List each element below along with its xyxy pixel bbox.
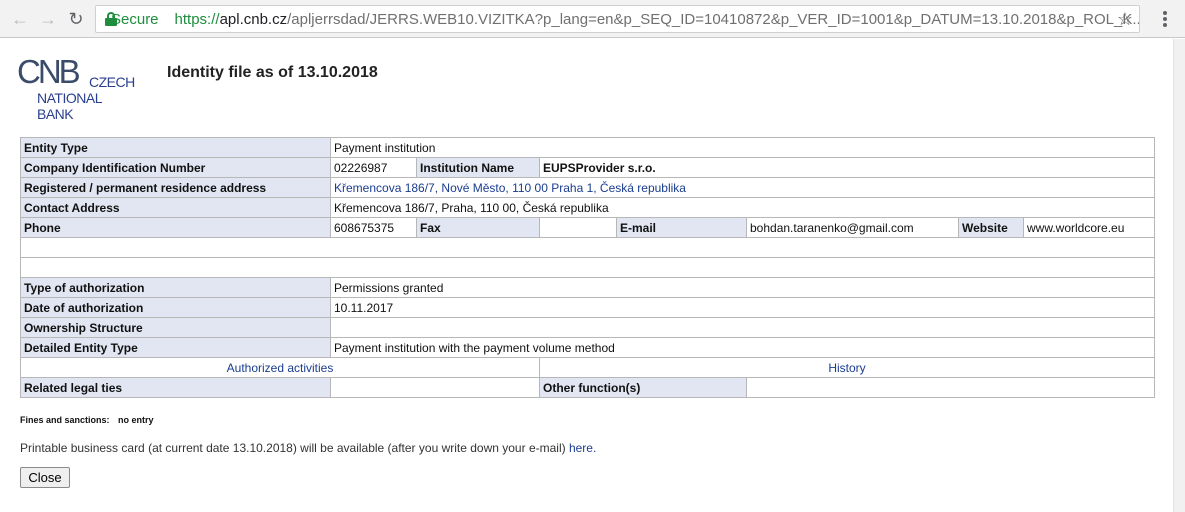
close-button[interactable]: Close (20, 467, 70, 488)
company-id-value: 02226987 (330, 157, 417, 178)
row-detailed-type: Detailed Entity Type Payment institution… (20, 337, 1155, 358)
browser-menu-icon[interactable] (1155, 8, 1175, 30)
empty-row (20, 237, 1155, 258)
logo-national-text: NATIONAL (37, 90, 102, 106)
authorized-activities-link[interactable]: Authorized activities (20, 357, 540, 378)
row-phone: Phone 608675375 Fax E-mail bohdan.tarane… (20, 217, 1155, 238)
address-link[interactable]: Křemencova 186/7, Nové Město, 110 00 Pra… (330, 177, 1155, 198)
contact-address-label: Contact Address (20, 197, 331, 218)
page-content: CNB CZECH NATIONAL BANK Identity file as… (0, 39, 1172, 512)
back-arrow-icon[interactable]: ← (8, 7, 32, 31)
url-host: apl.cnb.cz (219, 10, 288, 28)
row-ownership: Ownership Structure (20, 317, 1155, 338)
ownership-label: Ownership Structure (20, 317, 331, 338)
fax-value (539, 217, 617, 238)
printable-here-link[interactable]: here. (569, 441, 596, 455)
contact-address-value: Křemencova 186/7, Praha, 110 00, Česká r… (330, 197, 1155, 218)
website-label: Website (958, 217, 1024, 238)
empty-row (20, 257, 1155, 278)
row-entity-type: Entity Type Payment institution (20, 137, 1155, 158)
auth-type-value: Permissions granted (330, 277, 1155, 298)
secure-label: Secure (111, 10, 159, 28)
phone-label: Phone (20, 217, 331, 238)
other-functions-value (746, 377, 1155, 398)
entity-type-value: Payment institution (330, 137, 1155, 158)
empty-cell (20, 257, 1155, 278)
row-contact: Contact Address Křemencova 186/7, Praha,… (20, 197, 1155, 218)
logo-czech-text: CZECH (89, 74, 135, 90)
row-auth-date: Date of authorization 10.11.2017 (20, 297, 1155, 318)
printable-text: Printable business card (at current date… (20, 441, 566, 455)
logo-cnb-mark: CNB (17, 53, 81, 90)
phone-value: 608675375 (330, 217, 417, 238)
website-value: www.worldcore.eu (1023, 217, 1155, 238)
url-path: /apljerrsdad/JERRS.WEB10.VIZITKA?p_lang=… (287, 10, 1140, 28)
fines-label: Fines and sanctions: (20, 415, 110, 425)
printable-note: Printable business card (at current date… (20, 441, 596, 455)
fines-value: no entry (118, 415, 154, 425)
auth-type-label: Type of authorization (20, 277, 331, 298)
row-address: Registered / permanent residence address… (20, 177, 1155, 198)
identity-table: Entity Type Payment institution Company … (20, 137, 1155, 398)
row-auth-type: Type of authorization Permissions grante… (20, 277, 1155, 298)
address-bar[interactable]: Secure https:// apl.cnb.cz /apljerrsdad/… (95, 5, 1140, 33)
reload-icon[interactable]: ↻ (64, 7, 88, 31)
bookmark-star-icon[interactable]: ☆ (1117, 9, 1133, 30)
row-company-id: Company Identification Number 02226987 I… (20, 157, 1155, 178)
browser-toolbar: ← → ↻ Secure https:// apl.cnb.cz /apljer… (0, 0, 1185, 38)
fines-line: Fines and sanctions: no entry (20, 415, 154, 425)
detailed-type-value: Payment institution with the payment vol… (330, 337, 1155, 358)
address-label: Registered / permanent residence address (20, 177, 331, 198)
related-ties-value (330, 377, 540, 398)
institution-name-label: Institution Name (416, 157, 540, 178)
vertical-scrollbar[interactable] (1173, 39, 1185, 512)
detailed-type-label: Detailed Entity Type (20, 337, 331, 358)
url-scheme: https:// (174, 10, 220, 28)
auth-date-label: Date of authorization (20, 297, 331, 318)
cnb-logo: CNB CZECH NATIONAL BANK (17, 53, 137, 122)
logo-bank-text: BANK (37, 106, 74, 122)
auth-date-value: 10.11.2017 (330, 297, 1155, 318)
ownership-value (330, 317, 1155, 338)
other-functions-label: Other function(s) (539, 377, 747, 398)
institution-name-value: EUPSProvider s.r.o. (539, 157, 1155, 178)
page-title: Identity file as of 13.10.2018 (167, 64, 378, 81)
history-link[interactable]: History (539, 357, 1155, 378)
row-related: Related legal ties Other function(s) (20, 377, 1155, 398)
forward-arrow-icon[interactable]: → (36, 7, 60, 31)
company-id-label: Company Identification Number (20, 157, 331, 178)
related-ties-label: Related legal ties (20, 377, 331, 398)
row-links: Authorized activities History (20, 357, 1155, 378)
email-label: E-mail (616, 217, 747, 238)
entity-type-label: Entity Type (20, 137, 331, 158)
email-value: bohdan.taranenko@gmail.com (746, 217, 959, 238)
fax-label: Fax (416, 217, 540, 238)
empty-cell (20, 237, 1155, 258)
